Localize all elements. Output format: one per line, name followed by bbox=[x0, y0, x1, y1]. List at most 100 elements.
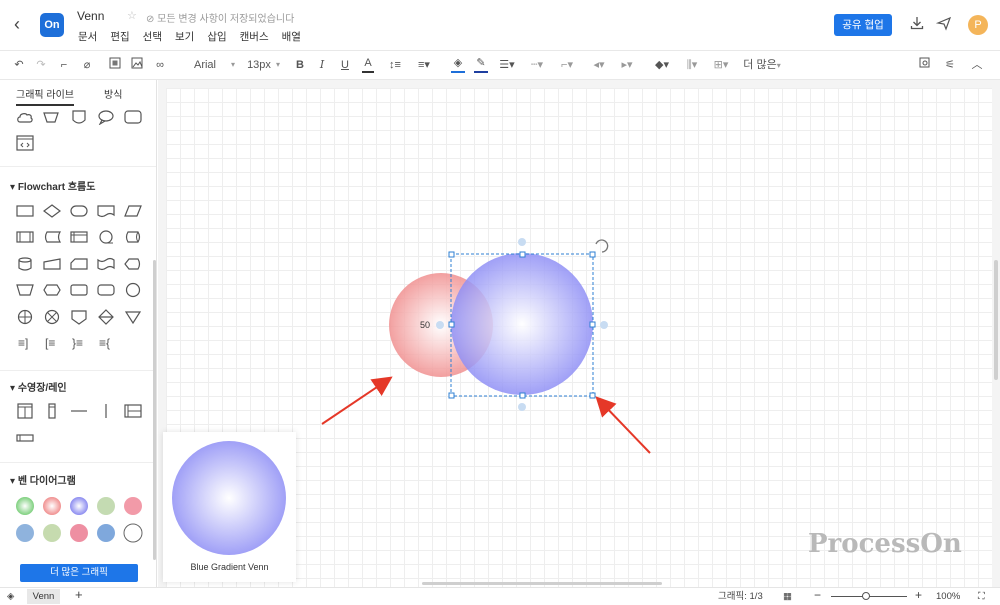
align-icon[interactable]: ≡▾ bbox=[414, 57, 434, 73]
vertical-scrollbar[interactable] bbox=[994, 260, 998, 380]
off-page-reference-shape-icon[interactable] bbox=[70, 309, 88, 325]
collapse-icon[interactable]: ︿ bbox=[970, 57, 984, 73]
or-shape-icon[interactable] bbox=[16, 309, 34, 325]
line-color-icon[interactable]: ✎ bbox=[474, 57, 488, 73]
format-painter-icon[interactable]: ⌐ bbox=[57, 57, 71, 73]
zoom-out-icon[interactable]: − bbox=[814, 588, 821, 602]
app-logo[interactable]: On bbox=[40, 13, 64, 37]
document-shape-icon[interactable] bbox=[97, 203, 115, 219]
sequential-data-shape-icon[interactable] bbox=[97, 229, 115, 245]
add-page-icon[interactable]: + bbox=[75, 588, 83, 602]
horizontal-separator-shape-icon[interactable] bbox=[70, 403, 88, 419]
style-icon[interactable] bbox=[108, 57, 122, 73]
star-icon[interactable]: ☆ bbox=[127, 9, 137, 22]
parallel-mode-shape-icon[interactable] bbox=[70, 282, 88, 298]
align-objects-icon[interactable]: ⫼▾ bbox=[682, 57, 702, 73]
manual-input-shape-icon[interactable] bbox=[43, 256, 61, 272]
font-family-select[interactable]: Arial bbox=[193, 57, 217, 73]
menu-item-view[interactable]: 보기 bbox=[175, 29, 194, 44]
trapezoid-shape-icon[interactable] bbox=[42, 109, 60, 125]
font-family-chevron-down-icon[interactable]: ▾ bbox=[229, 57, 237, 73]
distribute-icon[interactable]: ⊞▾ bbox=[711, 57, 731, 73]
venn-blue-gradient-icon[interactable] bbox=[70, 497, 88, 515]
document-title[interactable]: Venn bbox=[77, 9, 104, 23]
brace-right-shape-icon[interactable]: }≡ bbox=[72, 336, 90, 352]
data-shape-icon[interactable] bbox=[124, 203, 142, 219]
zoom-in-icon[interactable]: + bbox=[915, 588, 922, 602]
summing-junction-shape-icon[interactable] bbox=[43, 309, 61, 325]
send-icon[interactable] bbox=[935, 15, 953, 33]
page-tab[interactable]: Venn bbox=[27, 589, 60, 604]
terminator-shape-icon[interactable] bbox=[70, 203, 88, 219]
venn-red-gradient-icon[interactable] bbox=[43, 497, 61, 515]
venn-green-solid-icon[interactable] bbox=[97, 497, 115, 515]
image-icon[interactable] bbox=[130, 57, 144, 73]
annotation-right-shape-icon[interactable]: ≡] bbox=[18, 336, 36, 352]
font-size-select[interactable]: 13px bbox=[246, 57, 272, 73]
merge-shape-icon[interactable] bbox=[124, 309, 142, 325]
flowchart-section-header[interactable]: ▾ Flowchart 흐름도 bbox=[10, 178, 95, 193]
vertical-separator-shape-icon[interactable] bbox=[97, 403, 115, 419]
stored-data-shape-icon[interactable] bbox=[43, 229, 61, 245]
cloud-shape-icon[interactable] bbox=[16, 109, 34, 125]
link-icon[interactable]: ∞ bbox=[153, 57, 167, 73]
shield-shape-icon[interactable] bbox=[70, 109, 88, 125]
rounded-rectangle-shape-icon[interactable] bbox=[124, 109, 142, 125]
predefined-process-shape-icon[interactable] bbox=[16, 229, 34, 245]
horizontal-lane-shape-icon[interactable] bbox=[16, 430, 34, 446]
vertical-lane-shape-icon[interactable] bbox=[43, 403, 61, 419]
left-panel-scrollbar[interactable] bbox=[153, 260, 156, 560]
menu-item-arrange[interactable]: 배열 bbox=[282, 29, 301, 44]
manual-operation-shape-icon[interactable] bbox=[16, 282, 34, 298]
venn-lightgreen-solid-icon[interactable] bbox=[43, 524, 61, 542]
loop-limit-shape-icon[interactable] bbox=[97, 282, 115, 298]
annotation-left-shape-icon[interactable]: [≡ bbox=[45, 336, 63, 352]
map-icon[interactable]: ▦ bbox=[783, 590, 792, 604]
horizontal-pool-shape-icon[interactable] bbox=[124, 403, 142, 419]
decision-shape-icon[interactable] bbox=[43, 203, 61, 219]
end-arrow-icon[interactable]: ▸▾ bbox=[617, 57, 637, 73]
code-block-shape-icon[interactable] bbox=[16, 135, 34, 151]
font-size-chevron-down-icon[interactable]: ▾ bbox=[274, 57, 282, 73]
layers-icon[interactable]: ◈ bbox=[7, 590, 14, 604]
venn-pink-solid-icon[interactable] bbox=[124, 497, 142, 515]
venn-blue-solid-icon[interactable] bbox=[16, 524, 34, 542]
menu-item-insert[interactable]: 삽입 bbox=[207, 29, 226, 44]
more-options-button[interactable]: 더 많은▾ bbox=[742, 57, 782, 73]
menu-item-edit[interactable]: 편집 bbox=[110, 29, 129, 44]
venn-rose-solid-icon[interactable] bbox=[70, 524, 88, 542]
sort-shape-icon[interactable] bbox=[97, 309, 115, 325]
more-graphics-button[interactable]: 더 많은 그래픽 bbox=[20, 564, 138, 582]
venn-section-header[interactable]: ▾ 벤 다이어그램 bbox=[10, 472, 76, 487]
horizontal-scrollbar[interactable] bbox=[422, 582, 662, 585]
redo-icon[interactable]: ↷ bbox=[34, 57, 48, 73]
speech-bubble-shape-icon[interactable] bbox=[97, 109, 115, 125]
layer-icon[interactable]: ◆▾ bbox=[652, 57, 672, 73]
menu-item-canvas[interactable]: 캔버스 bbox=[240, 29, 269, 44]
zoom-level[interactable]: 100% bbox=[936, 590, 960, 604]
preparation-shape-icon[interactable] bbox=[43, 282, 61, 298]
fullscreen-icon[interactable]: ⛶ bbox=[978, 590, 985, 604]
zoom-slider-handle[interactable] bbox=[862, 592, 870, 600]
vertical-pool-shape-icon[interactable] bbox=[16, 403, 34, 419]
on-page-reference-shape-icon[interactable] bbox=[124, 282, 142, 298]
undo-icon[interactable]: ↶ bbox=[12, 57, 26, 73]
line-weight-icon[interactable]: ☰▾ bbox=[497, 57, 517, 73]
brace-left-shape-icon[interactable]: ≡{ bbox=[99, 336, 117, 352]
direct-data-shape-icon[interactable] bbox=[124, 229, 142, 245]
internal-storage-shape-icon[interactable] bbox=[70, 229, 88, 245]
database-shape-icon[interactable] bbox=[16, 256, 34, 272]
underline-icon[interactable]: U bbox=[339, 57, 351, 73]
card-shape-icon[interactable] bbox=[70, 256, 88, 272]
download-icon[interactable] bbox=[908, 15, 926, 33]
display-shape-icon[interactable] bbox=[124, 256, 142, 272]
font-color-icon[interactable]: A bbox=[362, 57, 374, 73]
process-shape-icon[interactable] bbox=[16, 203, 34, 219]
settings-sliders-icon[interactable]: ⚟ bbox=[943, 57, 957, 73]
connector-type-icon[interactable]: ⌐▾ bbox=[557, 57, 577, 73]
tab-graphic-library[interactable]: 그래픽 라이브 bbox=[16, 86, 74, 106]
line-style-icon[interactable]: ┄▾ bbox=[527, 57, 547, 73]
start-arrow-icon[interactable]: ◂▾ bbox=[589, 57, 609, 73]
italic-icon[interactable]: I bbox=[316, 57, 328, 73]
venn-white-outline-icon[interactable] bbox=[123, 523, 143, 543]
